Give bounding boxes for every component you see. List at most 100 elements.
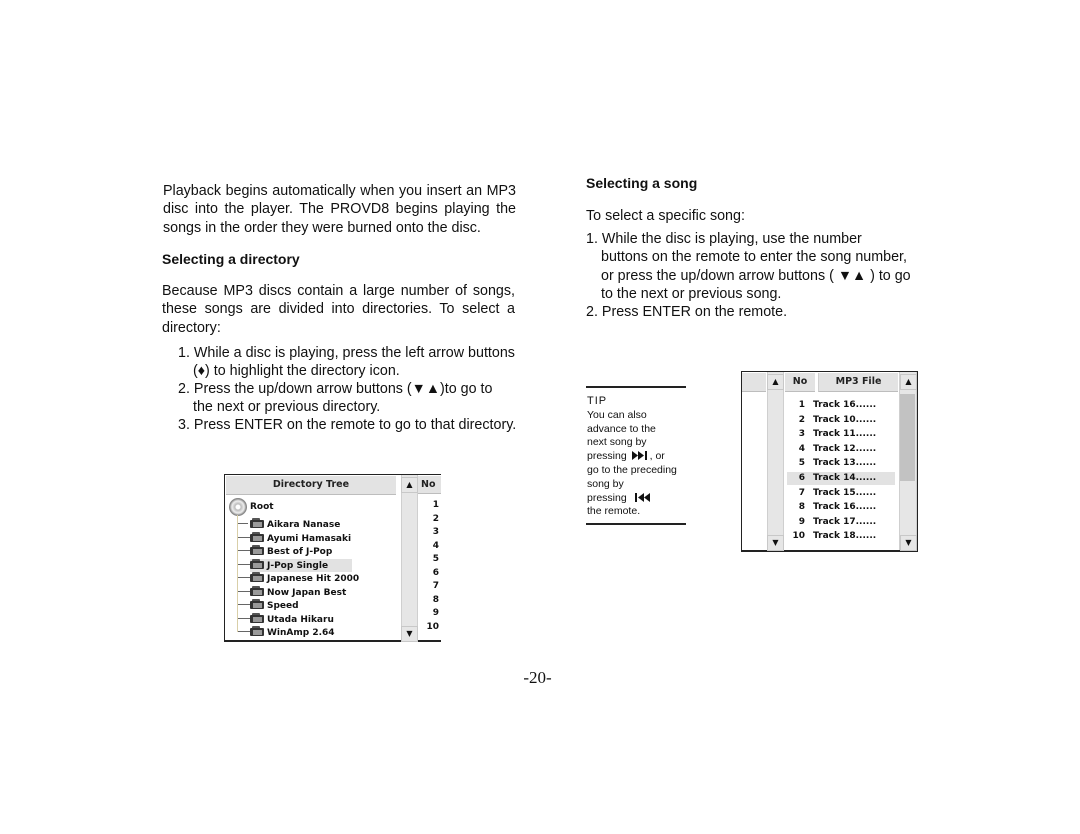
song-step-1: 1. While the disc is playing, use the nu…: [586, 230, 946, 304]
track-filename: Track 16......: [813, 400, 877, 410]
tree-item[interactable]: Utada Hikaru: [250, 612, 334, 626]
directory-number: 10: [426, 621, 439, 632]
tree-item[interactable]: Japanese Hit 2000: [250, 572, 359, 585]
tree-branch-line: [238, 590, 250, 592]
tree-item[interactable]: Best of J-Pop: [250, 545, 332, 558]
mp3-file-panel: ▲ ▼ No MP3 File ▲ ▼ 1 Track 16...... 2 Trac…: [741, 371, 918, 552]
tree-item[interactable]: WinAmp 2.64: [250, 626, 335, 639]
tip-line: next song by: [587, 436, 647, 449]
directory-paragraph: Because MP3 discs contain a large number…: [162, 283, 515, 336]
track-number: 6: [798, 473, 805, 483]
tree-item[interactable]: Speed: [250, 599, 299, 612]
tree-branch-line: [238, 523, 248, 524]
track-number: 1: [798, 400, 805, 410]
folder-icon: [250, 531, 264, 542]
directory-number: 8: [432, 594, 439, 605]
directory-number: 5: [432, 554, 439, 564]
tip-line: You can also: [587, 408, 647, 421]
track-row[interactable]: 8 Track 16......: [787, 501, 895, 514]
track-number: 2: [798, 414, 805, 425]
song-step-2: 2. Press ENTER on the remote.: [586, 303, 787, 321]
track-row[interactable]: 1 Track 16......: [787, 399, 895, 412]
tree-branch-line: [238, 536, 250, 538]
track-row[interactable]: 2 Track 10......: [787, 414, 895, 427]
directory-tree-header: Directory Tree: [226, 476, 396, 495]
column-header-no[interactable]: No: [785, 373, 815, 392]
left-scroll-down-button[interactable]: ▼: [767, 535, 784, 551]
track-filename: Track 15......: [813, 487, 877, 498]
track-number: 4: [798, 443, 805, 454]
tip-line: song by: [587, 477, 624, 490]
step-number: 3.: [178, 417, 190, 433]
directory-number: 9: [432, 608, 439, 618]
previous-track-icon: [634, 492, 650, 502]
right-scroll-down-button[interactable]: ▼: [900, 535, 917, 551]
tip-line: advance to the: [587, 422, 656, 435]
track-number: 9: [798, 516, 805, 527]
step-text-cont: or press the up/down arrow buttons ( ▼▲ …: [601, 267, 911, 284]
step-number: 2.: [178, 381, 190, 397]
folder-icon: [250, 612, 264, 623]
track-filename: Track 11......: [813, 429, 877, 440]
track-row[interactable]: 3 Track 11......: [787, 428, 895, 441]
tree-branch-line: [238, 617, 250, 619]
track-row[interactable]: 4 Track 12......: [787, 443, 895, 456]
tree-item-label: Ayumi Hamasaki: [267, 533, 352, 544]
right-scroll-up-button[interactable]: ▲: [900, 374, 917, 390]
track-filename: Track 14......: [813, 473, 877, 483]
tree-branch-line: [238, 631, 250, 632]
directory-step-2: 2. Press the up/down arrow buttons (▼▲)t…: [178, 380, 518, 417]
tip-text: pressing: [587, 491, 627, 504]
column-header-mp3-file[interactable]: MP3 File: [818, 373, 898, 392]
tip-text: , or: [649, 450, 665, 463]
step-text-cont: the next or previous directory.: [193, 399, 381, 416]
track-number: 10: [792, 531, 805, 542]
step-text: Press ENTER on the remote to go to that …: [193, 417, 517, 433]
track-row[interactable]: 5 Track 13......: [787, 457, 895, 470]
tree-item[interactable]: Ayumi Hamasaki: [250, 531, 352, 545]
open-folder-icon: [250, 518, 264, 528]
track-row[interactable]: 10 Track 18......: [787, 530, 895, 543]
track-number: 3: [798, 429, 805, 440]
directory-numbers: 1 2 3 4 5 6 7 8 9 10: [423, 499, 439, 634]
track-row[interactable]: 9 Track 17......: [787, 516, 895, 529]
tree-connector: [237, 515, 238, 632]
track-row[interactable]: 6 Track 14......: [787, 472, 895, 485]
directory-step-1: 1. While a disc is playing, press the le…: [178, 344, 518, 381]
folder-icon: [250, 572, 264, 582]
tree-item[interactable]: Aikara Nanase: [250, 518, 340, 531]
tree-item[interactable]: J-Pop Single: [250, 558, 353, 572]
step-text: While a disc is playing, press the left …: [193, 345, 515, 361]
tree-item[interactable]: Now Japan Best: [250, 585, 346, 599]
tree-scroll-down-button[interactable]: ▼: [401, 626, 418, 642]
step-number: 2.: [586, 304, 598, 320]
directory-number: 6: [432, 567, 439, 578]
tree-root[interactable]: Root: [250, 501, 274, 513]
tip-top-rule: [586, 386, 686, 388]
left-scroll-up-button[interactable]: ▲: [767, 374, 784, 390]
directory-number: 2: [432, 513, 439, 524]
directory-number: 1: [432, 500, 439, 510]
track-filename: Track 12......: [813, 443, 877, 454]
track-filename: Track 18......: [813, 531, 877, 542]
tip-title: TIP: [587, 395, 608, 407]
song-intro: To select a specific song:: [586, 208, 745, 224]
tree-item-label: Speed: [267, 601, 299, 611]
left-scrollbar[interactable]: [767, 372, 784, 550]
tree-scrollbar[interactable]: [401, 475, 418, 640]
tree-branch-line: [238, 604, 250, 605]
folder-icon: [250, 558, 264, 569]
track-filename: Track 16......: [813, 502, 877, 513]
left-header-filler: [742, 373, 766, 392]
folder-icon: [250, 599, 264, 609]
directory-tree-panel: Directory Tree ▲ ▼ No Root Aikara Nanase…: [224, 474, 441, 642]
tree-scroll-up-button[interactable]: ▲: [401, 477, 418, 493]
scrollbar-thumb[interactable]: [900, 394, 915, 481]
track-row[interactable]: 7 Track 15......: [787, 487, 895, 500]
folder-icon: [250, 626, 264, 636]
step-number: 1.: [178, 345, 190, 361]
section-heading-song: Selecting a song: [586, 175, 698, 191]
folder-icon: [250, 545, 264, 555]
step-text-cont: buttons on the remote to enter the song …: [601, 249, 907, 266]
track-filename: Track 10......: [813, 414, 877, 425]
